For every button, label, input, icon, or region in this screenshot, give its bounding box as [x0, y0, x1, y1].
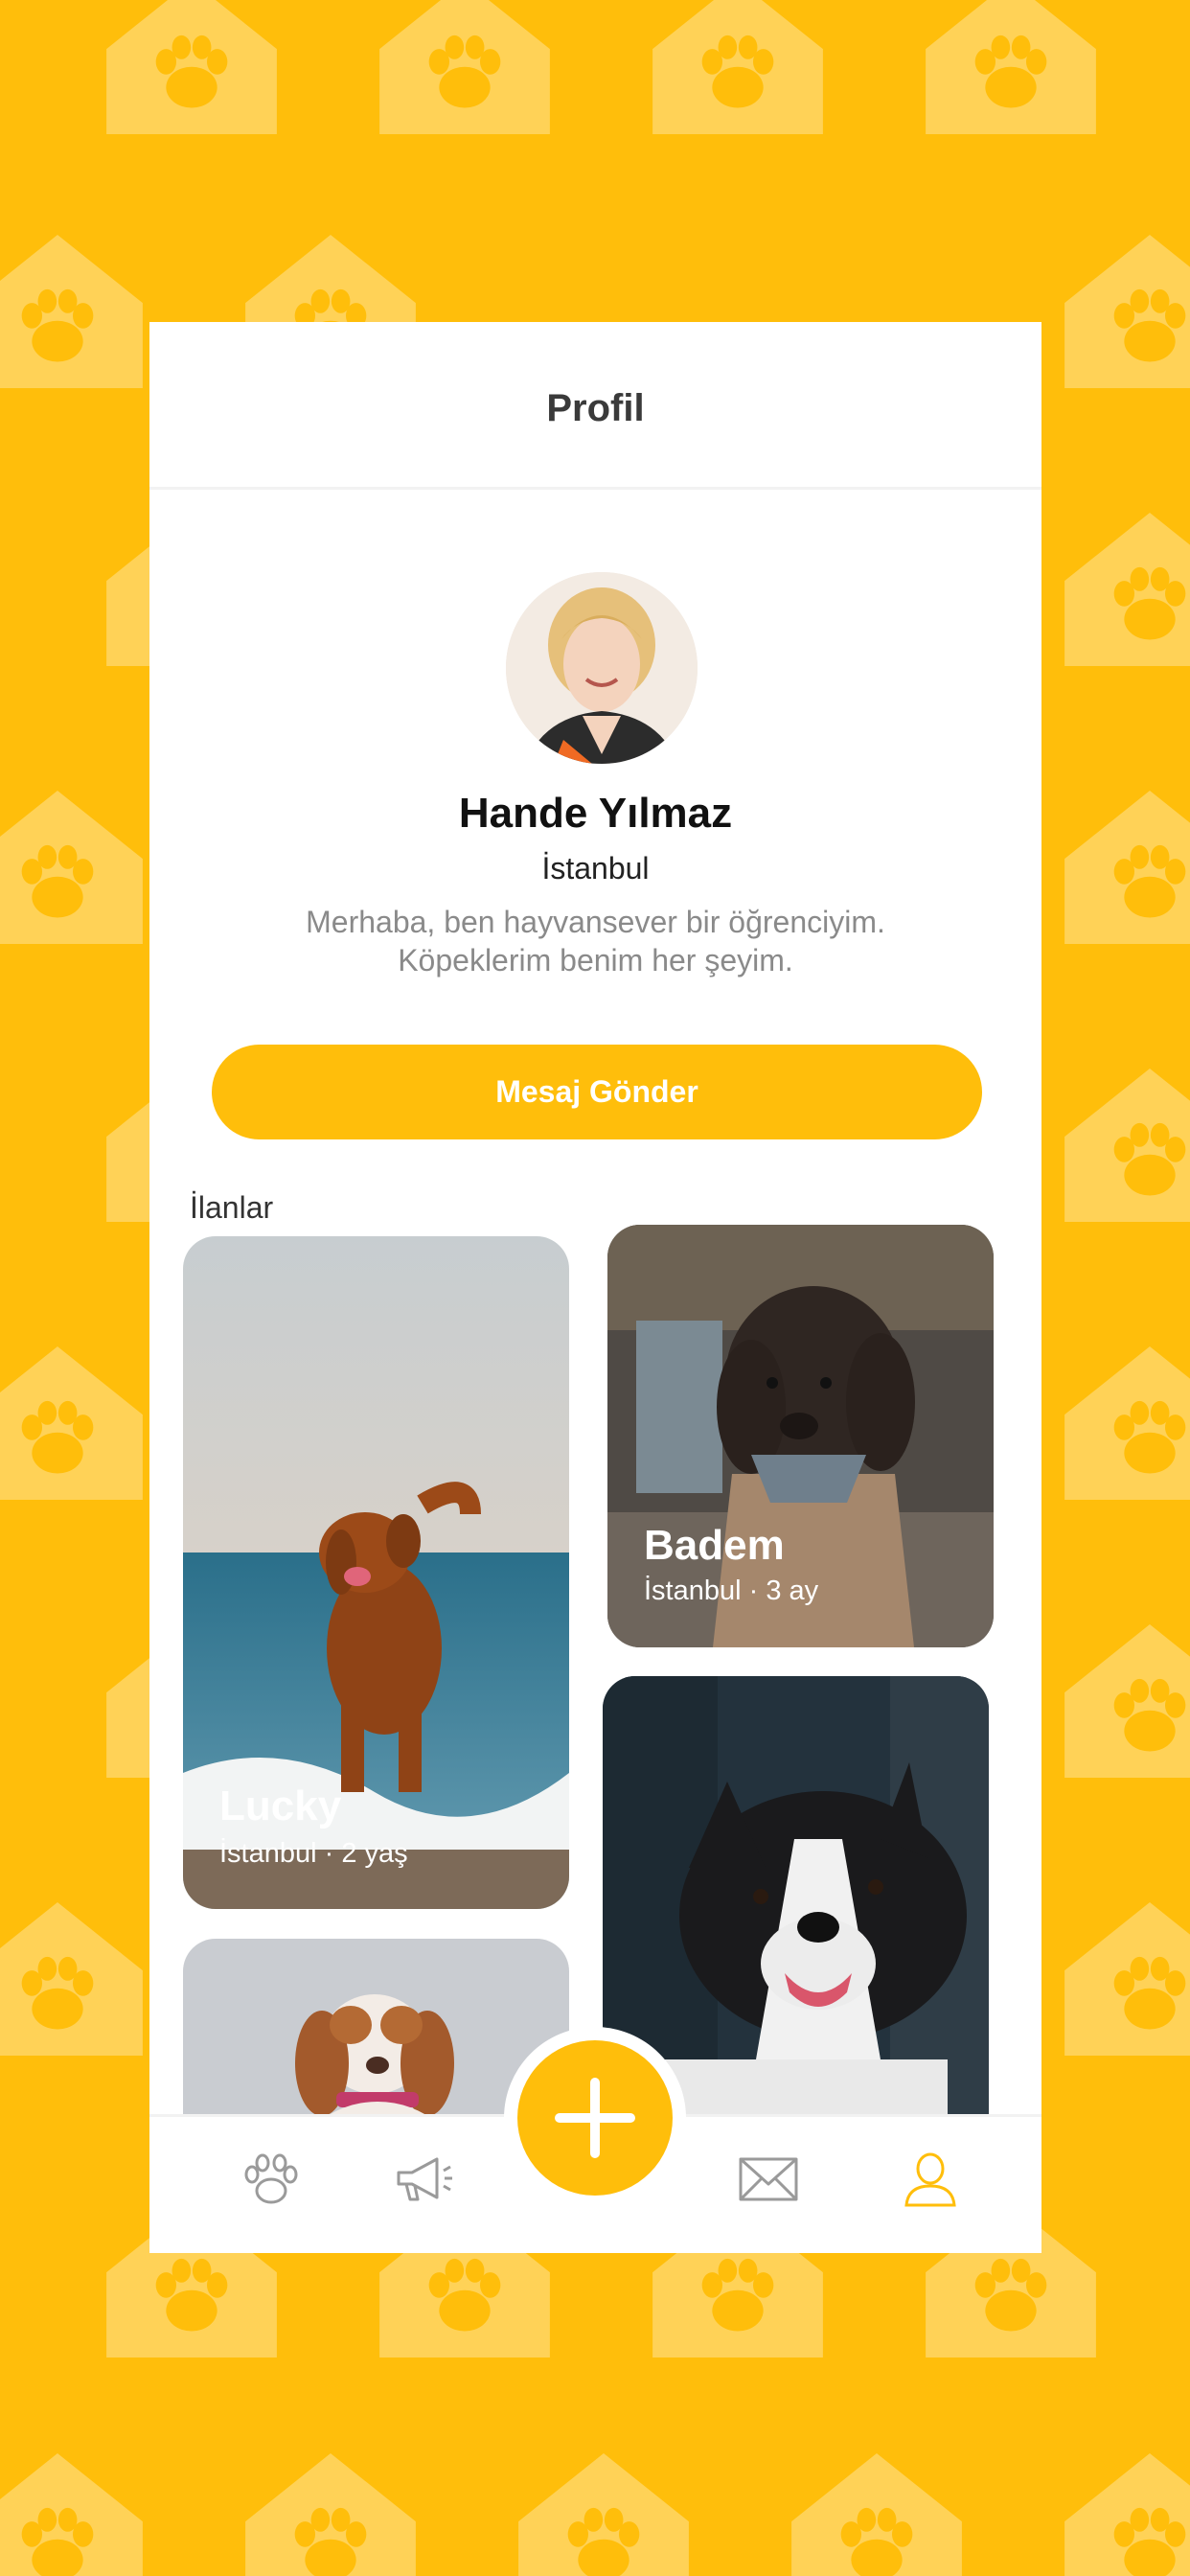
profile-city: İstanbul — [541, 851, 650, 886]
profile-bio: Merhaba, ben hayvansever bir öğrenciyim.… — [306, 905, 885, 978]
paw-icon[interactable] — [238, 2146, 305, 2213]
plus-icon — [555, 2078, 635, 2158]
listing-card-lucky[interactable]: Lucky İstanbul · 2 yaş — [183, 1236, 569, 1909]
avatar — [506, 572, 698, 764]
page-title: Profil — [546, 387, 645, 429]
listing-name: Badem — [644, 1522, 785, 1569]
send-message-button[interactable]: Mesaj Gönder — [212, 1045, 982, 1139]
header: Profil — [149, 322, 1041, 490]
listings-label: İlanlar — [190, 1190, 274, 1225]
profile-name: Hande Yılmaz — [458, 790, 733, 837]
envelope-icon[interactable] — [735, 2146, 802, 2213]
phone-screen: Profil Hande Yılmaz İstanbul Merhaba, be… — [149, 322, 1041, 2253]
listing-meta: İstanbul · 2 yaş — [219, 1838, 408, 1869]
listing-name: Lucky — [219, 1782, 342, 1829]
listing-card-badem[interactable]: Badem İstanbul · 3 ay — [607, 1225, 994, 1647]
listing-meta: İstanbul · 3 ay — [644, 1576, 819, 1606]
user-icon[interactable] — [897, 2146, 964, 2213]
megaphone-icon[interactable] — [391, 2146, 458, 2213]
avatar-photo — [506, 572, 698, 764]
add-listing-button[interactable] — [517, 2040, 673, 2196]
